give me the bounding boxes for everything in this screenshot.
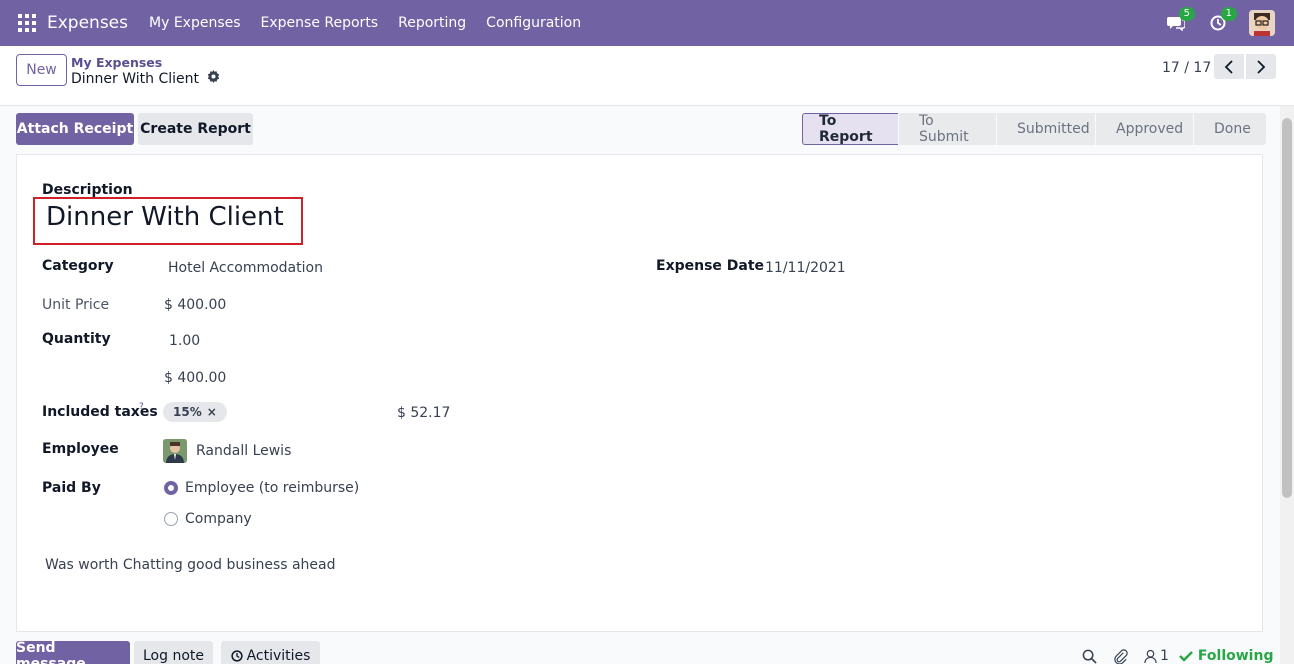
pager-next-button[interactable] — [1246, 54, 1276, 79]
paid-by-label: Paid By — [42, 480, 101, 496]
app-name[interactable]: Expenses — [47, 13, 128, 33]
main-menu: My Expenses Expense Reports Reporting Co… — [149, 15, 601, 31]
employee-avatar — [163, 439, 187, 463]
unit-price-label: Unit Price — [42, 297, 110, 313]
new-button[interactable]: New — [16, 54, 67, 86]
menu-reporting[interactable]: Reporting — [398, 15, 466, 31]
search-icon[interactable] — [1082, 649, 1097, 664]
help-tooltip-icon[interactable]: ? — [139, 402, 144, 412]
user-icon — [1144, 649, 1157, 663]
stage-approved[interactable]: Approved — [1096, 113, 1193, 145]
send-message-button[interactable]: Send message — [16, 640, 130, 664]
following-button[interactable]: Following — [1179, 648, 1274, 664]
chat-icon[interactable]: 5 — [1165, 7, 1195, 34]
description-label: Description — [42, 182, 133, 198]
activity-badge: 1 — [1220, 7, 1237, 21]
tag-remove-icon[interactable]: × — [207, 405, 217, 419]
paperclip-icon[interactable] — [1113, 648, 1128, 664]
pager-value[interactable]: 17 / 17 — [1162, 60, 1211, 76]
paid-by-employee-label[interactable]: Employee (to reimburse) — [185, 480, 359, 496]
breadcrumb-parent[interactable]: My Expenses — [71, 55, 162, 70]
category-field[interactable]: Hotel Accommodation — [168, 260, 323, 276]
followers-button[interactable]: 1 — [1144, 648, 1169, 664]
total-amount: $ 400.00 — [164, 370, 227, 386]
stage-to-submit[interactable]: To Submit — [899, 113, 996, 145]
paid-by-company-label[interactable]: Company — [185, 511, 252, 527]
menu-configuration[interactable]: Configuration — [486, 15, 581, 31]
systray: 5 1 — [1165, 0, 1294, 46]
employee-label: Employee — [42, 441, 119, 457]
clock-icon — [230, 650, 243, 662]
tax-tag-label: 15% — [173, 405, 202, 419]
user-avatar[interactable] — [1249, 10, 1275, 36]
chevron-left-icon — [1224, 59, 1233, 74]
following-label: Following — [1197, 648, 1274, 664]
top-navbar: Expenses My Expenses Expense Reports Rep… — [0, 0, 1294, 46]
chat-badge: 5 — [1178, 7, 1195, 21]
quantity-label: Quantity — [42, 331, 111, 347]
chatter-topbar-right: 1 Following — [1082, 648, 1273, 664]
paid-by-employee-radio[interactable] — [164, 481, 178, 495]
status-bar: To Report To Submit Submitted Approved D… — [802, 113, 1267, 145]
activities-button[interactable]: Activities — [221, 641, 320, 664]
log-note-button[interactable]: Log note — [134, 641, 213, 664]
control-panel: New My Expenses Dinner With Client 17 / … — [0, 46, 1294, 106]
activity-clock-icon[interactable]: 1 — [1207, 7, 1237, 34]
gear-icon[interactable] — [207, 70, 220, 87]
form-sheet: Description Dinner With Client Category … — [16, 154, 1263, 632]
employee-field[interactable]: Randall Lewis — [196, 443, 291, 459]
expense-date-label: Expense Date — [656, 258, 765, 274]
breadcrumb-current: Dinner With Client — [71, 70, 220, 87]
stage-done[interactable]: Done — [1194, 113, 1266, 145]
breadcrumb-current-label: Dinner With Client — [71, 70, 200, 87]
create-report-button[interactable]: Create Report — [138, 113, 253, 145]
tax-tag: 15% × — [163, 402, 227, 422]
followers-count: 1 — [1160, 648, 1169, 664]
check-icon — [1179, 651, 1193, 662]
notes-field[interactable]: Was worth Chatting good business ahead — [45, 557, 336, 573]
expense-date-field[interactable]: 11/11/2021 — [765, 260, 846, 276]
attach-receipt-button[interactable]: Attach Receipt — [16, 113, 134, 145]
stage-to-report[interactable]: To Report — [802, 113, 898, 145]
category-label: Category — [42, 258, 114, 274]
chevron-right-icon — [1257, 59, 1266, 74]
pager-previous-button[interactable] — [1214, 54, 1244, 79]
paid-by-company-radio[interactable] — [164, 512, 178, 526]
stage-submitted[interactable]: Submitted — [997, 113, 1095, 145]
tax-amount: $ 52.17 — [397, 405, 451, 421]
menu-expense-reports[interactable]: Expense Reports — [261, 15, 379, 31]
expense-title-input[interactable]: Dinner With Client — [46, 202, 284, 232]
scrollbar-thumb[interactable] — [1282, 118, 1292, 498]
quantity-field[interactable]: 1.00 — [169, 333, 200, 349]
activities-label: Activities — [246, 648, 311, 664]
apps-grid-icon[interactable] — [18, 14, 36, 32]
unit-price-field[interactable]: $ 400.00 — [164, 297, 226, 313]
menu-my-expenses[interactable]: My Expenses — [149, 15, 241, 31]
